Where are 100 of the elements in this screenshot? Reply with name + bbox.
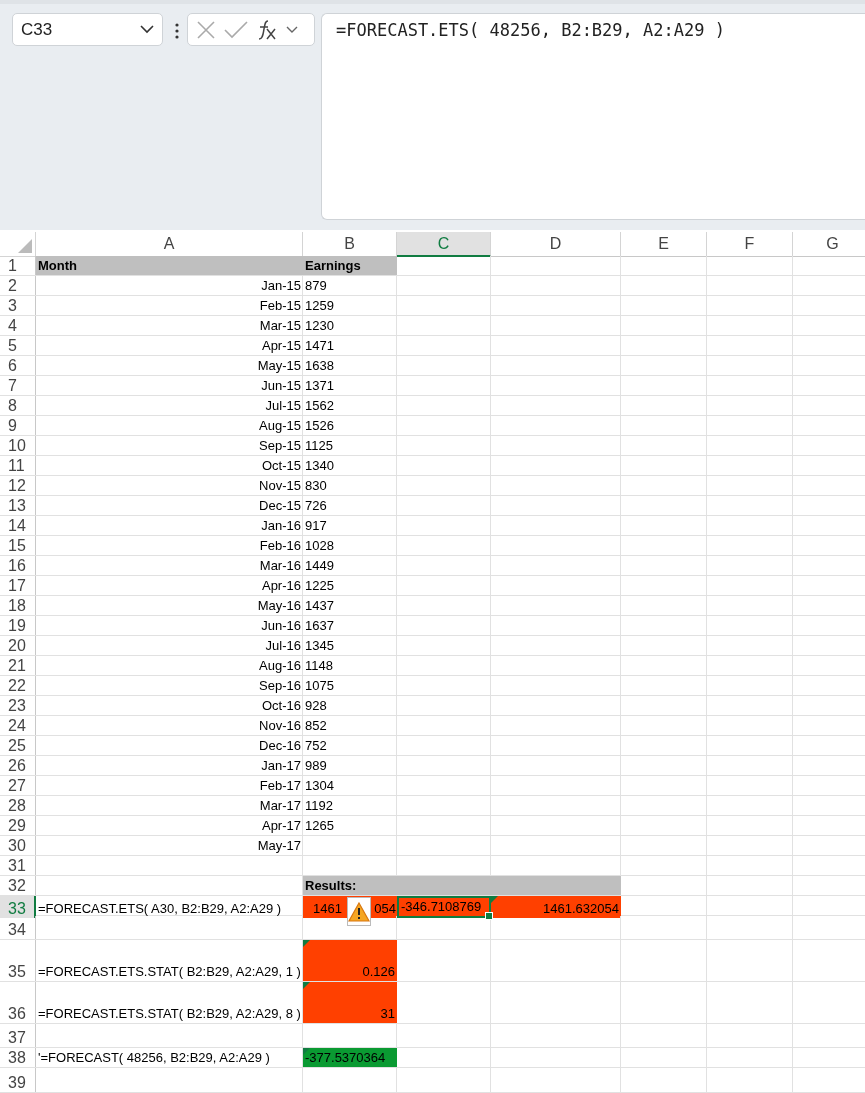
sheet-cell[interactable]: Aug-15 — [36, 416, 303, 435]
row-header[interactable]: 3 — [0, 296, 36, 315]
sheet-cell[interactable]: 1526 — [303, 416, 397, 435]
row-header[interactable]: 10 — [0, 436, 36, 455]
sheet-cell[interactable]: Sep-15 — [36, 436, 303, 455]
row-header[interactable]: 21 — [0, 656, 36, 675]
sheet-cell[interactable]: Oct-15 — [36, 456, 303, 475]
row-header[interactable]: 37 — [0, 1024, 36, 1047]
sheet-cell[interactable]: 1259 — [303, 296, 397, 315]
sheet-cell[interactable]: 1075 — [303, 676, 397, 695]
formula-field[interactable]: =FORECAST.ETS( 48256, B2:B29, A2:A29 ) — [321, 13, 865, 220]
sheet-cell[interactable]: 1340 — [303, 456, 397, 475]
sheet-cell[interactable]: 752 — [303, 736, 397, 755]
column-header[interactable]: F — [707, 232, 793, 257]
sheet-cell[interactable]: 989 — [303, 756, 397, 775]
sheet-cell[interactable]: 1562 — [303, 396, 397, 415]
row-header[interactable]: 34 — [0, 916, 36, 939]
row-header[interactable]: 38 — [0, 1048, 36, 1067]
sheet-cell[interactable]: Apr-16 — [36, 576, 303, 595]
sheet-cell[interactable]: 1437 — [303, 596, 397, 615]
row-header[interactable]: 11 — [0, 456, 36, 475]
sheet-cell[interactable]: 1637 — [303, 616, 397, 635]
sheet-cell[interactable]: =FORECAST.ETS.STAT( B2:B29, A2:A29, 1 ) — [36, 940, 303, 981]
row-header[interactable]: 15 — [0, 536, 36, 555]
caret-icon[interactable] — [286, 25, 298, 34]
sheet-cell[interactable]: Jan-16 — [36, 516, 303, 535]
row-header[interactable]: 30 — [0, 836, 36, 855]
sheet-cell[interactable]: Feb-16 — [36, 536, 303, 555]
sheet-cell[interactable]: Jun-16 — [36, 616, 303, 635]
sheet-cell[interactable]: '=FORECAST( 48256, B2:B29, A2:A29 ) — [36, 1048, 303, 1067]
sheet-cell[interactable]: Jul-16 — [36, 636, 303, 655]
sheet-cell[interactable]: Feb-15 — [36, 296, 303, 315]
sheet-cell[interactable]: 1148 — [303, 656, 397, 675]
sheet-cell[interactable]: =FORECAST.ETS( A30, B2:B29, A2:A29 ) — [36, 896, 303, 918]
sheet-cell[interactable]: Apr-17 — [36, 816, 303, 835]
row-header[interactable]: 5 — [0, 336, 36, 355]
sheet-cell[interactable]: 852 — [303, 716, 397, 735]
sheet-cell[interactable]: -346.7108769 — [397, 896, 491, 918]
row-header[interactable]: 12 — [0, 476, 36, 495]
sheet-cell[interactable]: Results: — [303, 876, 397, 895]
row-header[interactable]: 8 — [0, 396, 36, 415]
sheet-cell[interactable]: Apr-15 — [36, 336, 303, 355]
caret-icon[interactable] — [140, 25, 154, 34]
sheet-cell[interactable]: Sep-16 — [36, 676, 303, 695]
sheet-cell[interactable]: -377.5370364 — [303, 1048, 397, 1067]
sheet-cell[interactable]: 726 — [303, 496, 397, 515]
row-header[interactable]: 23 — [0, 696, 36, 715]
row-header[interactable]: 6 — [0, 356, 36, 375]
row-header[interactable]: 18 — [0, 596, 36, 615]
sheet-cell[interactable]: Mar-15 — [36, 316, 303, 335]
sheet-cell[interactable]: Aug-16 — [36, 656, 303, 675]
sheet-cell[interactable]: May-17 — [36, 836, 303, 855]
row-header[interactable]: 16 — [0, 556, 36, 575]
sheet-cell[interactable]: 1192 — [303, 796, 397, 815]
column-header[interactable]: C — [397, 232, 491, 257]
sheet-cell[interactable]: 1449 — [303, 556, 397, 575]
function-icon[interactable] — [256, 18, 278, 41]
sheet-cell[interactable]: Dec-15 — [36, 496, 303, 515]
sheet-cell[interactable]: Earnings — [303, 256, 397, 275]
sheet-cell[interactable]: 1304 — [303, 776, 397, 795]
sheet-cell[interactable]: Jul-15 — [36, 396, 303, 415]
sheet-cell[interactable]: Nov-16 — [36, 716, 303, 735]
sheet-cell[interactable]: Feb-17 — [36, 776, 303, 795]
row-header[interactable]: 24 — [0, 716, 36, 735]
sheet-cell[interactable]: 0.126 — [303, 940, 397, 981]
sheet-cell[interactable]: 879 — [303, 276, 397, 295]
row-header[interactable]: 20 — [0, 636, 36, 655]
sheet-cell[interactable]: May-15 — [36, 356, 303, 375]
sheet-cell[interactable]: 928 — [303, 696, 397, 715]
row-header[interactable]: 36 — [0, 982, 36, 1023]
row-header[interactable]: 14 — [0, 516, 36, 535]
sheet-cell[interactable]: 1028 — [303, 536, 397, 555]
row-header[interactable]: 22 — [0, 676, 36, 695]
row-header[interactable]: 32 — [0, 876, 36, 895]
row-header[interactable]: 29 — [0, 816, 36, 835]
sheet-cell[interactable]: May-16 — [36, 596, 303, 615]
sheet-cell[interactable]: 1225 — [303, 576, 397, 595]
sheet-cell[interactable]: Jun-15 — [36, 376, 303, 395]
more-icon[interactable] — [175, 23, 179, 39]
sheet-cell[interactable]: 1461.632054 — [491, 896, 621, 918]
row-header[interactable]: 28 — [0, 796, 36, 815]
check-icon[interactable] — [224, 20, 248, 39]
sheet-cell[interactable]: 31 — [303, 982, 397, 1023]
sheet-cell[interactable]: =FORECAST.ETS.STAT( B2:B29, A2:A29, 8 ) — [36, 982, 303, 1023]
row-header[interactable]: 19 — [0, 616, 36, 635]
fill-handle[interactable] — [485, 912, 493, 920]
row-header[interactable]: 2 — [0, 276, 36, 295]
row-header[interactable]: 33 — [0, 896, 36, 918]
sheet-cell[interactable]: Jan-17 — [36, 756, 303, 775]
sheet-cell[interactable]: 1265 — [303, 816, 397, 835]
column-header[interactable]: E — [621, 232, 707, 257]
sheet-cell[interactable]: 1125 — [303, 436, 397, 455]
row-header[interactable]: 39 — [0, 1068, 36, 1092]
row-header[interactable]: 13 — [0, 496, 36, 515]
sheet-cell[interactable]: Nov-15 — [36, 476, 303, 495]
row-header[interactable]: 31 — [0, 856, 36, 875]
sheet-cell[interactable]: 917 — [303, 516, 397, 535]
row-header[interactable]: 27 — [0, 776, 36, 795]
row-header[interactable]: 4 — [0, 316, 36, 335]
name-box[interactable]: C33 — [12, 13, 163, 46]
